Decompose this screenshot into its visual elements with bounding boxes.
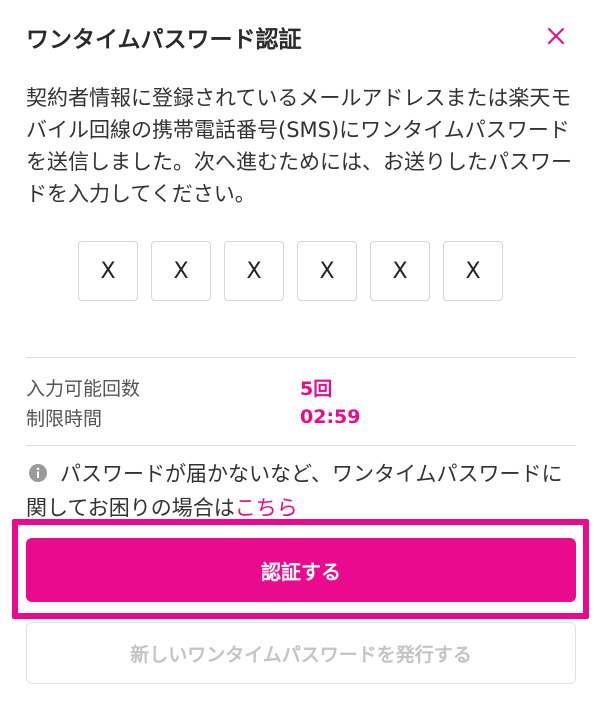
otp-digit-6[interactable] <box>443 241 503 301</box>
time-limit-value: 02:59 <box>300 406 361 428</box>
time-limit-label: 制限時間 <box>26 407 103 430</box>
otp-digit-5[interactable] <box>370 241 430 301</box>
authenticate-button[interactable]: 認証する <box>26 538 576 602</box>
otp-input-group <box>78 241 503 301</box>
help-link[interactable]: こちら <box>235 496 298 520</box>
dialog-description: 契約者情報に登録されているメールアドレスまたは楽天モバイル回線の携帯電話番号(S… <box>26 86 572 206</box>
divider-top <box>26 357 576 358</box>
info-icon <box>28 460 48 492</box>
otp-digit-3[interactable] <box>224 241 284 301</box>
attempts-label: 入力可能回数 <box>26 377 141 400</box>
close-icon <box>548 28 564 44</box>
divider-bottom <box>26 445 576 446</box>
otp-digit-4[interactable] <box>297 241 357 301</box>
time-limit-row: 制限時間 02:59 <box>26 402 576 432</box>
help-text: パスワードが届かないなど、ワンタイムパスワードに関してお困りの場合はこちら <box>26 458 576 524</box>
reissue-password-button[interactable]: 新しいワンタイムパスワードを発行する <box>26 622 576 684</box>
otp-digit-2[interactable] <box>151 241 211 301</box>
dialog-title: ワンタイムパスワード認証 <box>26 27 302 53</box>
attempts-row: 入力可能回数 5回 <box>26 372 576 402</box>
otp-digit-1[interactable] <box>78 241 138 301</box>
close-button[interactable] <box>540 20 572 52</box>
otp-dialog: ワンタイムパスワード認証 契約者情報に登録されているメールアドレスまたは楽天モバ… <box>0 0 600 716</box>
otp-info: 入力可能回数 5回 制限時間 02:59 <box>26 372 576 432</box>
attempts-value: 5回 <box>300 377 333 400</box>
